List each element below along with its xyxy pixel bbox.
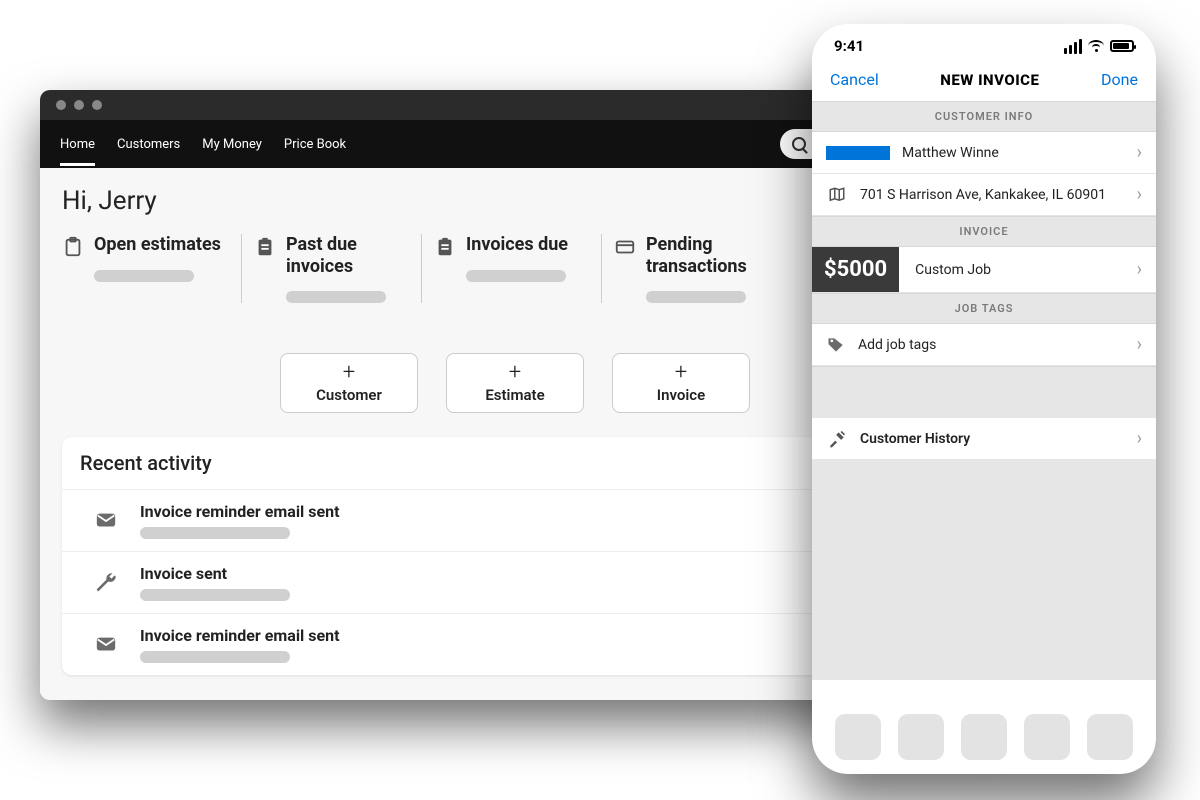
tab-3[interactable] [961, 714, 1007, 760]
chevron-right-icon: › [1137, 259, 1142, 280]
placeholder-bar [286, 291, 386, 303]
section-job-tags: JOB TAGS [812, 293, 1156, 324]
section-invoice: INVOICE [812, 216, 1156, 247]
phone-tab-bar [812, 714, 1156, 760]
customer-name-row[interactable]: Matthew Winne › [812, 132, 1156, 174]
nav-price-book[interactable]: Price Book [284, 137, 346, 152]
customer-address-row[interactable]: 701 S Harrison Ave, Kankakee, IL 60901 › [812, 174, 1156, 216]
tag-icon [826, 335, 846, 355]
stat-open-estimates[interactable]: Open estimates [62, 234, 242, 303]
add-button-label: Invoice [657, 386, 705, 404]
stat-past-due-invoices[interactable]: Past due invoices [242, 234, 422, 303]
placeholder-bar [646, 291, 746, 303]
clipboard-icon [434, 236, 456, 258]
signal-icon [1064, 39, 1082, 54]
cancel-button[interactable]: Cancel [830, 70, 879, 89]
screen-title: NEW INVOICE [940, 71, 1039, 89]
empty-area [812, 460, 1156, 680]
placeholder-bar [466, 270, 566, 282]
clipboard-icon [254, 236, 276, 258]
placeholder-bar [140, 527, 290, 539]
map-icon [826, 186, 848, 204]
customer-accent-bar [826, 146, 890, 160]
window-close-dot[interactable] [56, 100, 66, 110]
add-invoice-button[interactable]: + Invoice [612, 353, 750, 413]
add-customer-button[interactable]: + Customer [280, 353, 418, 413]
section-customer-info: CUSTOMER INFO [812, 101, 1156, 132]
done-button[interactable]: Done [1101, 70, 1138, 89]
activity-title: Invoice reminder email sent [140, 626, 340, 645]
add-button-label: Customer [316, 386, 382, 404]
stat-label: Invoices due [466, 234, 568, 256]
section-gap [812, 366, 1156, 418]
nav-my-money[interactable]: My Money [202, 137, 262, 152]
stat-label: Open estimates [94, 234, 221, 256]
invoice-label: Custom Job [911, 262, 1124, 278]
window-minimize-dot[interactable] [74, 100, 84, 110]
add-button-label: Estimate [485, 386, 544, 404]
tab-4[interactable] [1024, 714, 1070, 760]
phone-navbar: Cancel NEW INVOICE Done [812, 68, 1156, 101]
placeholder-bar [140, 589, 290, 601]
stat-pending-transactions[interactable]: Pending transactions [602, 234, 802, 303]
plus-icon: + [675, 362, 687, 384]
nav-home[interactable]: Home [60, 137, 95, 152]
mail-icon [92, 634, 120, 656]
customer-address: 701 S Harrison Ave, Kankakee, IL 60901 [860, 187, 1125, 203]
chevron-right-icon: › [1137, 142, 1142, 163]
wrench-icon [92, 572, 120, 594]
add-job-tags-row[interactable]: Add job tags › [812, 324, 1156, 366]
mail-icon [92, 510, 120, 532]
invoice-row[interactable]: $5000 Custom Job › [812, 247, 1156, 293]
chevron-right-icon: › [1137, 428, 1142, 449]
chevron-right-icon: › [1137, 334, 1142, 355]
stat-label: Past due invoices [286, 234, 409, 277]
tab-5[interactable] [1087, 714, 1133, 760]
placeholder-bar [94, 270, 194, 282]
customer-name: Matthew Winne [902, 145, 1125, 161]
invoice-amount: $5000 [812, 247, 899, 292]
window-maximize-dot[interactable] [92, 100, 102, 110]
customer-history-row[interactable]: Customer History › [812, 418, 1156, 460]
card-icon [614, 236, 636, 258]
tools-icon [826, 429, 848, 449]
search-icon [792, 137, 806, 151]
phone-status-bar: 9:41 [812, 24, 1156, 68]
tab-1[interactable] [835, 714, 881, 760]
tab-2[interactable] [898, 714, 944, 760]
stat-label: Pending transactions [646, 234, 790, 277]
battery-icon [1110, 40, 1134, 52]
nav-customers[interactable]: Customers [117, 137, 180, 152]
clipboard-icon [62, 236, 84, 258]
stat-invoices-due[interactable]: Invoices due [422, 234, 602, 303]
chevron-right-icon: › [1137, 184, 1142, 205]
plus-icon: + [509, 362, 521, 384]
activity-title: Invoice sent [140, 564, 290, 583]
placeholder-bar [140, 651, 290, 663]
status-time: 9:41 [834, 37, 864, 55]
customer-history-label: Customer History [860, 431, 1125, 447]
phone-mock: 9:41 Cancel NEW INVOICE Done CUSTOMER IN… [812, 24, 1156, 774]
wifi-icon [1088, 40, 1104, 52]
plus-icon: + [343, 362, 355, 384]
add-job-tags-label: Add job tags [858, 337, 1125, 353]
activity-title: Invoice reminder email sent [140, 502, 340, 521]
add-estimate-button[interactable]: + Estimate [446, 353, 584, 413]
